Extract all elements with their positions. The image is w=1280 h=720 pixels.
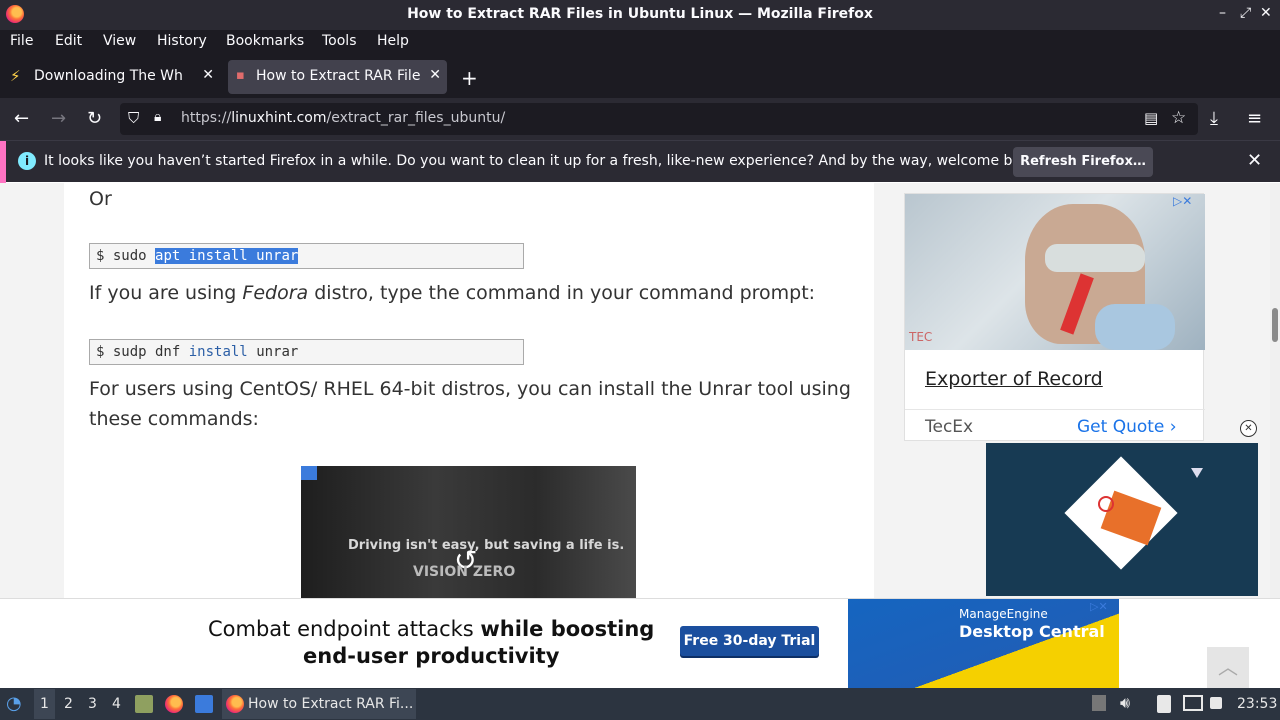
paragraph-or: Or [89, 188, 112, 210]
menu-bookmarks[interactable]: Bookmarks [226, 33, 304, 49]
notification-tray-icon[interactable] [1210, 697, 1222, 709]
ad-badge-icon [301, 466, 317, 480]
workspace-3[interactable]: 3 [88, 696, 97, 712]
sidebar-ad[interactable]: TEC ▷✕ Exporter of Record TecEx Get Quot… [904, 193, 1205, 442]
bottom-banner-ad[interactable]: Combat endpoint attacks while boosting e… [0, 598, 1280, 689]
page-viewport: Or $ sudo apt install unrar If you are u… [0, 183, 1280, 598]
new-tab-plus-icon[interactable]: + [461, 66, 478, 90]
tray-disk-icon[interactable] [1092, 695, 1106, 711]
video-brand: VISION ZERO [413, 564, 516, 580]
ad-triangle-shape [1191, 468, 1203, 478]
ad-circle-shape [1098, 496, 1114, 512]
menubar: File Edit View History Bookmarks Tools H… [0, 30, 1280, 56]
desktop-icon[interactable] [195, 695, 213, 713]
download-icon[interactable]: ⤓ [1210, 108, 1218, 129]
forward-arrow-icon[interactable]: → [51, 108, 66, 129]
back-arrow-icon[interactable]: ← [14, 108, 29, 129]
get-quote-link[interactable]: Get Quote › [1077, 417, 1177, 437]
menu-view[interactable]: View [103, 33, 136, 49]
page-scrollbar[interactable] [1270, 183, 1280, 598]
article-body: Or $ sudo apt install unrar If you are u… [64, 183, 874, 598]
close-ad-icon[interactable]: ✕ [1240, 420, 1257, 437]
close-tab-icon[interactable]: ✕ [202, 67, 214, 83]
menu-file[interactable]: File [10, 33, 33, 49]
navigation-toolbar: ← → ↻ ⛉ 🔒︎ https://linuxhint.com/extract… [0, 98, 1280, 140]
volume-icon[interactable]: 🔊︎ [1120, 693, 1130, 713]
ad-advertiser: TecEx [925, 417, 974, 437]
paragraph-centos-line2: these commands: [89, 408, 259, 430]
scrollbar-thumb[interactable] [1272, 308, 1278, 342]
refresh-firefox-button[interactable]: Refresh Firefox… [1013, 147, 1153, 177]
clipboard-icon[interactable] [1157, 695, 1171, 713]
file-manager-icon[interactable] [135, 695, 153, 713]
url-bar[interactable]: ⛉ 🔒︎ https://linuxhint.com/extract_rar_f… [120, 103, 1198, 135]
close-tab-icon[interactable]: ✕ [429, 67, 441, 83]
code-block-apt[interactable]: $ sudo apt install unrar [89, 243, 524, 269]
adchoices-icon[interactable]: ▷✕ [1090, 600, 1108, 613]
tab-extract-rar[interactable]: ▪ How to Extract RAR Files in Ubuntu Lin… [228, 60, 447, 94]
banner-brand-small: ManageEngine [959, 607, 1048, 621]
banner-headline-1: Combat endpoint attacks while boosting [208, 617, 655, 641]
site-favicon-icon: ▪ [236, 68, 245, 83]
code-block-dnf[interactable]: $ sudp dnf install unrar [89, 339, 524, 365]
paragraph-centos-line1: For users using CentOS/ RHEL 64-bit dist… [89, 378, 851, 400]
bookmark-star-icon[interactable]: ☆ [1171, 108, 1186, 128]
system-taskbar: ◔ 1 2 3 4 How to Extract RAR Fi... 🔊︎ 23… [0, 688, 1280, 720]
display-icon[interactable] [1183, 695, 1203, 711]
adchoices-icon[interactable]: ▷✕ [1173, 194, 1192, 208]
selected-text: apt install unrar [155, 248, 299, 264]
tab-label: How to Extract RAR Files in Ubuntu Linux [256, 68, 420, 84]
close-notification-icon[interactable]: ✕ [1247, 150, 1262, 171]
back-to-top-button[interactable]: ︿ [1207, 647, 1249, 689]
url-text[interactable]: https://linuxhint.com/extract_rar_files_… [181, 110, 505, 126]
banner-box[interactable]: Combat endpoint attacks while boosting e… [148, 599, 1119, 689]
firefox-window-icon [226, 695, 244, 713]
ad-image: TEC ▷✕ [905, 194, 1205, 350]
workspace-4[interactable]: 4 [112, 696, 121, 712]
workspace-1[interactable]: 1 [34, 689, 55, 719]
close-window-button[interactable]: ✕ [1260, 5, 1272, 21]
ad-goggles-shape [1045, 244, 1145, 272]
menu-edit[interactable]: Edit [55, 33, 82, 49]
free-trial-button[interactable]: Free 30-day Trial [680, 626, 819, 656]
maximize-button[interactable]: ⤢ [1240, 5, 1251, 21]
notification-message: It looks like you haven’t started Firefo… [44, 153, 1043, 169]
reader-view-icon[interactable]: ▤ [1144, 109, 1158, 127]
ad-footer: TecEx Get Quote › [905, 409, 1205, 442]
tab-label: Downloading The White House [34, 68, 184, 84]
lock-icon[interactable]: 🔒︎ [154, 109, 161, 125]
notification-stripe [0, 141, 6, 183]
info-icon: i [18, 152, 36, 170]
shield-icon[interactable]: ⛉ [128, 109, 139, 127]
menu-tools[interactable]: Tools [322, 33, 357, 49]
tab-bar: ⚡ Downloading The White House ✕ ▪ How to… [0, 56, 1280, 98]
firefox-launcher-icon[interactable] [165, 695, 183, 713]
start-menu-icon[interactable]: ◔ [6, 693, 22, 714]
clock: 23:53 [1237, 696, 1278, 712]
window-title: How to Extract RAR Files in Ubuntu Linux… [407, 6, 873, 22]
taskbar-window-firefox[interactable]: How to Extract RAR Fi... [222, 689, 416, 719]
paragraph-fedora: If you are using Fedora distro, type the… [89, 282, 816, 304]
lightning-icon: ⚡ [10, 67, 21, 85]
tab-downloading[interactable]: ⚡ Downloading The White House ✕ [4, 60, 220, 94]
minimize-button[interactable]: – [1219, 5, 1226, 21]
notification-bar: i It looks like you haven’t started Fire… [0, 140, 1280, 183]
menu-history[interactable]: History [157, 33, 207, 49]
menu-help[interactable]: Help [377, 33, 409, 49]
hamburger-menu-icon[interactable]: ≡ [1247, 108, 1262, 129]
banner-brand-big: Desktop Central [959, 622, 1105, 641]
ad-logo: TEC [909, 330, 933, 344]
banner-headline-2: end-user productivity [303, 644, 560, 668]
reload-icon[interactable]: ↻ [87, 108, 102, 129]
workspace-2[interactable]: 2 [64, 696, 73, 712]
ad-glove-shape [1095, 304, 1175, 350]
video-caption: Driving isn't easy, but saving a life is… [348, 538, 625, 553]
ad-title[interactable]: Exporter of Record [925, 368, 1103, 390]
animated-ad[interactable] [986, 443, 1258, 596]
taskbar-window-label: How to Extract RAR Fi... [248, 696, 414, 712]
video-ad-player[interactable]: Driving isn't easy, but saving a life is… [301, 466, 636, 598]
window-titlebar: How to Extract RAR Files in Ubuntu Linux… [0, 0, 1280, 30]
